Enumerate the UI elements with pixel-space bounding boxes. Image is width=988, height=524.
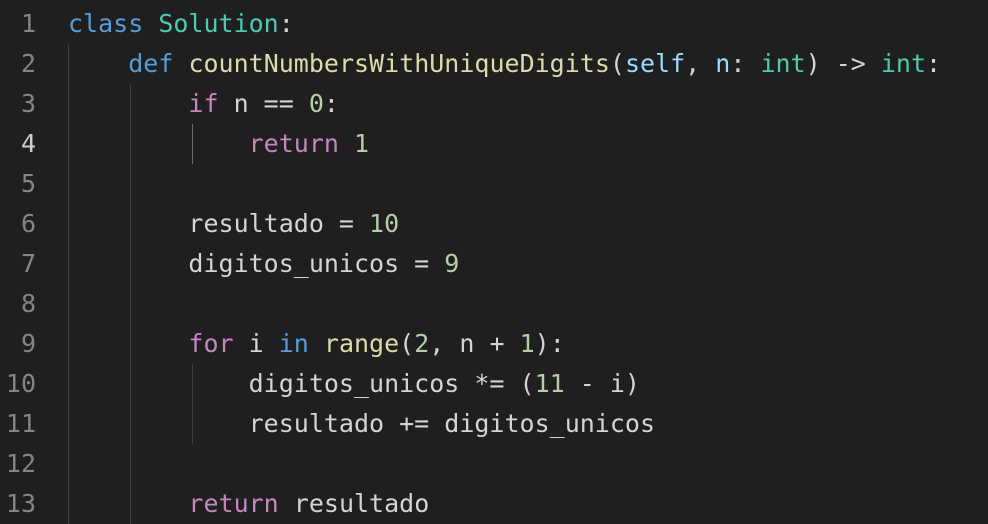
code-token: range — [323, 329, 400, 358]
line-code[interactable]: def countNumbersWithUniqueDigits(self, n… — [68, 44, 941, 84]
code-token: 1 — [354, 129, 370, 158]
code-token: 10 — [369, 209, 400, 238]
code-token: , n + — [429, 329, 520, 358]
code-token: if — [188, 89, 219, 118]
line-number: 3 — [20, 89, 36, 118]
line-number: 7 — [20, 249, 36, 278]
code-line[interactable]: 10 digitos_unicos *= (11 - i) — [0, 364, 988, 404]
code-line[interactable]: 6 resultado = 10 — [0, 204, 988, 244]
code-token: class — [68, 9, 144, 38]
line-code[interactable]: for i in range(2, n + 1): — [68, 324, 565, 364]
code-line[interactable]: 3 if n == 0: — [0, 84, 988, 124]
line-number: 5 — [20, 169, 36, 198]
line-code[interactable]: return resultado — [68, 484, 429, 524]
code-token: ) -> — [805, 49, 881, 78]
code-token: 9 — [444, 249, 460, 278]
code-line[interactable]: 4 return 1 — [0, 124, 988, 164]
code-token: - i) — [564, 369, 640, 398]
line-number: 9 — [20, 329, 36, 358]
line-number: 4 — [20, 129, 36, 158]
code-editor[interactable]: 1 class Solution: 2 def countNumbersWithUn… — [0, 0, 988, 524]
code-token: Solution — [158, 9, 279, 38]
code-token: ( — [399, 329, 415, 358]
code-token: i — [233, 329, 279, 358]
line-number: 11 — [5, 409, 36, 438]
code-token: : — [926, 49, 942, 78]
line-code[interactable]: digitos_unicos = 9 — [68, 244, 459, 284]
line-code[interactable]: class Solution: — [68, 4, 294, 44]
code-token: for — [188, 329, 234, 358]
line-number: 1 — [20, 9, 36, 38]
code-token: resultado = — [68, 209, 370, 238]
code-token: resultado — [278, 489, 430, 518]
code-token: 0 — [308, 89, 324, 118]
code-token: countNumbersWithUniqueDigits — [188, 49, 610, 78]
code-token: digitos_unicos *= ( — [68, 369, 535, 398]
line-number: 10 — [5, 369, 36, 398]
code-line[interactable]: 5 — [0, 164, 988, 204]
code-line[interactable]: 2 def countNumbersWithUniqueDigits(self,… — [0, 44, 988, 84]
line-number: 6 — [20, 209, 36, 238]
code-line[interactable]: 1 class Solution: — [0, 4, 988, 44]
line-code[interactable]: resultado += digitos_unicos — [68, 404, 655, 444]
code-line[interactable]: 13 return resultado — [0, 484, 988, 524]
code-line[interactable]: 11 resultado += digitos_unicos — [0, 404, 988, 444]
code-token: n == — [218, 89, 309, 118]
code-line[interactable]: 7 digitos_unicos = 9 — [0, 244, 988, 284]
code-line[interactable]: 12 — [0, 444, 988, 484]
line-number: 13 — [5, 489, 36, 518]
code-token: def — [128, 49, 174, 78]
line-number: 8 — [20, 289, 36, 318]
code-token: ( — [609, 49, 625, 78]
code-token: self — [624, 49, 686, 78]
code-token: 11 — [534, 369, 565, 398]
code-token: : — [323, 89, 339, 118]
code-line[interactable]: 8 — [0, 284, 988, 324]
code-token: resultado += digitos_unicos — [68, 409, 655, 438]
code-token: ): — [534, 329, 565, 358]
code-token: : — [278, 9, 294, 38]
code-token: n — [715, 49, 731, 78]
code-token: digitos_unicos = — [68, 249, 445, 278]
code-token: , — [685, 49, 716, 78]
line-number: 12 — [5, 449, 36, 478]
code-token: return — [248, 129, 339, 158]
code-token: : — [730, 49, 761, 78]
line-code[interactable]: return 1 — [68, 124, 369, 164]
code-token: in — [278, 329, 309, 358]
line-code[interactable]: if n == 0: — [68, 84, 339, 124]
code-line[interactable]: 9 for i in range(2, n + 1): — [0, 324, 988, 364]
line-number: 2 — [20, 49, 36, 78]
line-code[interactable]: resultado = 10 — [68, 204, 399, 244]
code-token: 1 — [519, 329, 535, 358]
code-token: int — [760, 49, 806, 78]
code-token: return — [188, 489, 279, 518]
line-code[interactable]: digitos_unicos *= (11 - i) — [68, 364, 640, 404]
code-token: int — [880, 49, 927, 78]
code-token: 2 — [414, 329, 430, 358]
